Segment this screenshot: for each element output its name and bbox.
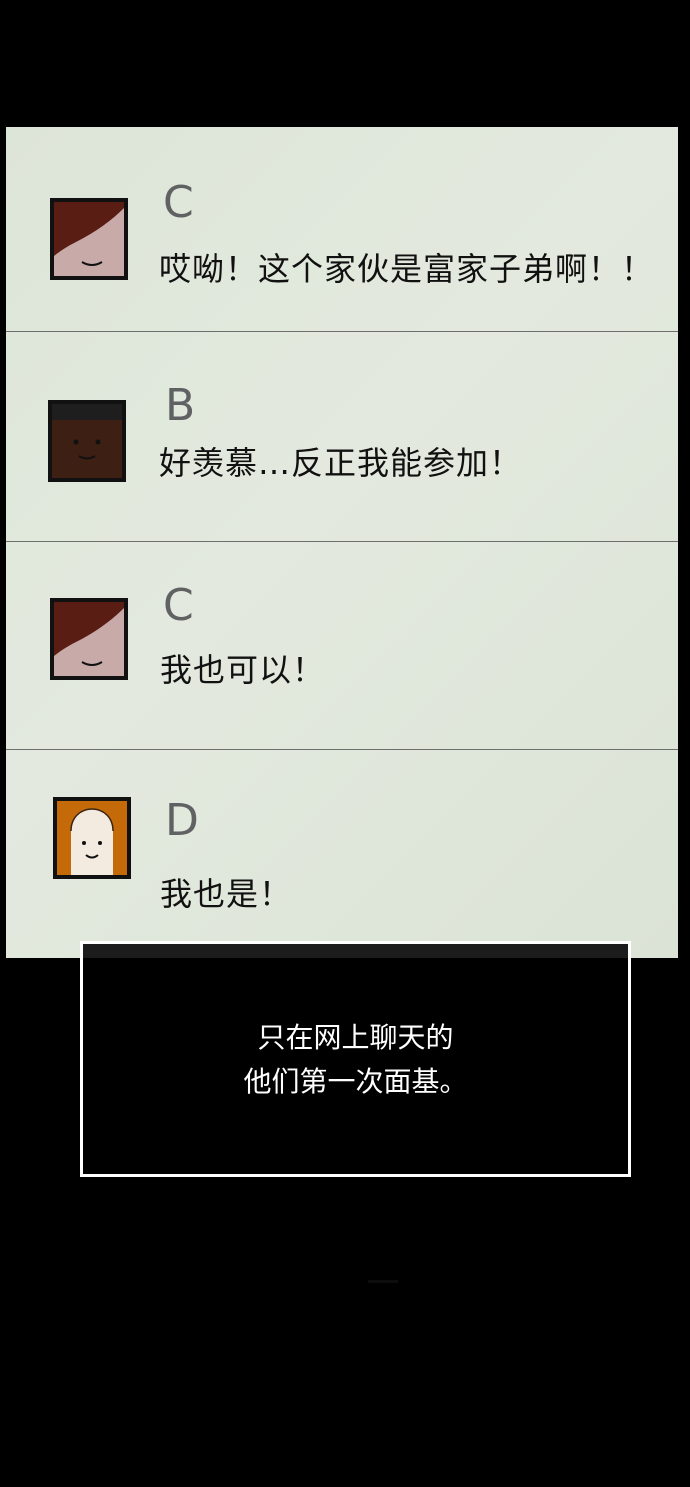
orange-hair-avatar-icon [53,797,131,879]
chat-message-row: B 好羡慕…反正我能参加！ [6,332,678,542]
message-text: 我也可以！ [160,651,326,689]
sender-name: B [165,380,196,431]
red-hair-avatar-icon [50,198,128,280]
message-text: 好羡慕…反正我能参加！ [159,444,523,482]
caption-top-bar [83,944,628,958]
message-text: 我也是！ [160,875,293,913]
red-hair-avatar-icon [50,598,128,680]
caption-line: 他们第一次面基。 [243,1065,468,1098]
chat-panel: C 哎呦！这个家伙是富家子弟啊！！ B 好羡慕…反正我能参加！ C 我也可以！ [6,127,678,958]
sender-name: D [165,795,199,846]
chat-message-row: C 哎呦！这个家伙是富家子弟啊！！ [6,127,678,332]
sender-name: C [163,177,194,228]
caption-line: 只在网上聊天的 [257,1021,454,1054]
chat-message-row: C 我也可以！ [6,542,678,750]
chat-message-row: D 我也是！ [6,750,678,958]
narration-caption-text: 只在网上聊天的 他们第一次面基。 [83,1016,628,1104]
sender-name: C [163,580,194,631]
decorative-mark [368,1280,398,1283]
narration-caption-box: 只在网上聊天的 他们第一次面基。 [80,941,631,1177]
dark-skin-avatar-icon [48,400,126,482]
message-text: 哎呦！这个家伙是富家子弟啊！！ [159,250,655,288]
